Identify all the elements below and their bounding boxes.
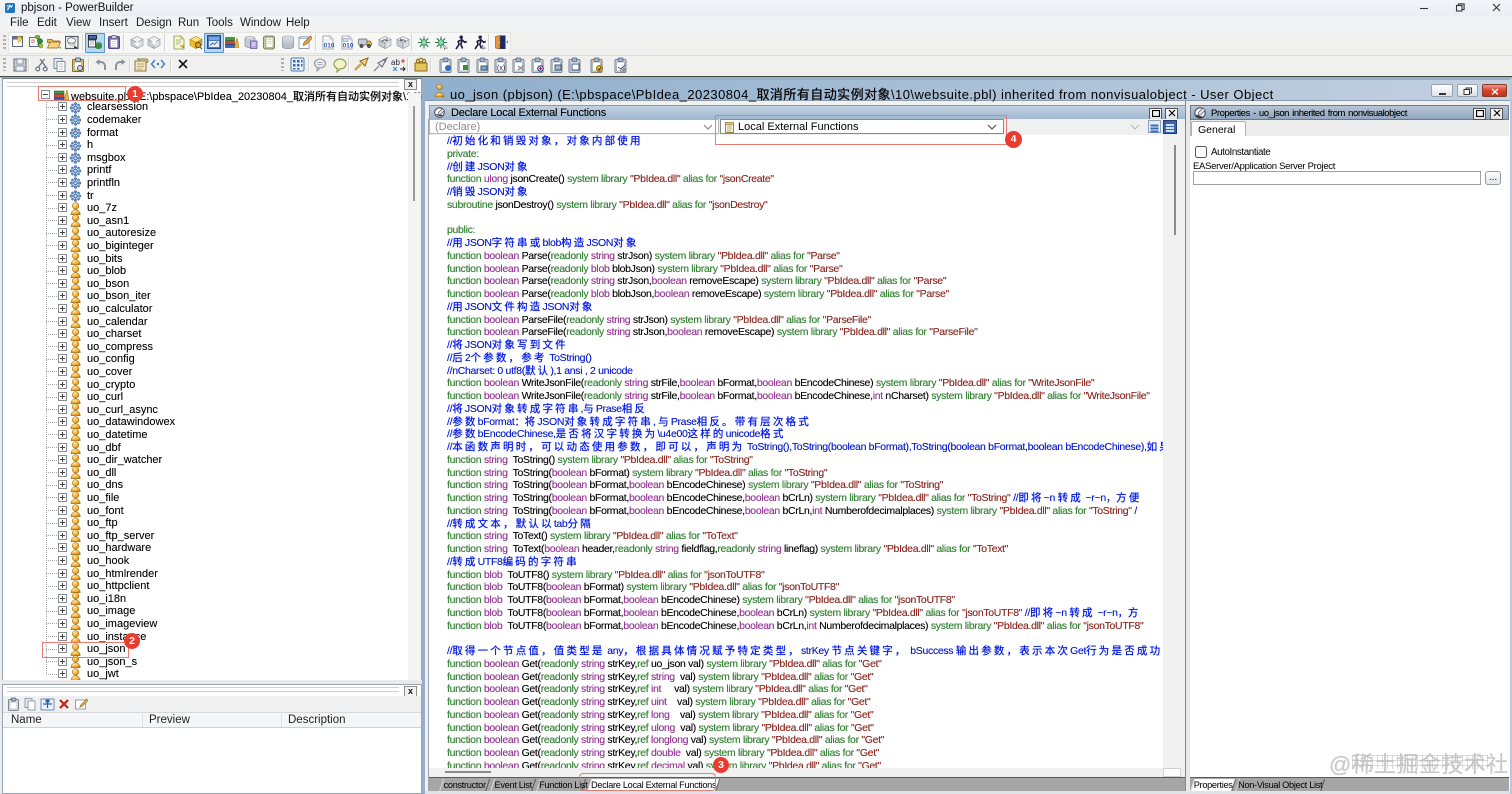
svg-text:ab: ab (391, 58, 400, 67)
svg-text:010: 010 (323, 43, 334, 50)
svg-text:ab: ab (620, 68, 626, 74)
svg-text:010: 010 (342, 43, 353, 50)
svg-text:(x): (x) (497, 65, 505, 72)
